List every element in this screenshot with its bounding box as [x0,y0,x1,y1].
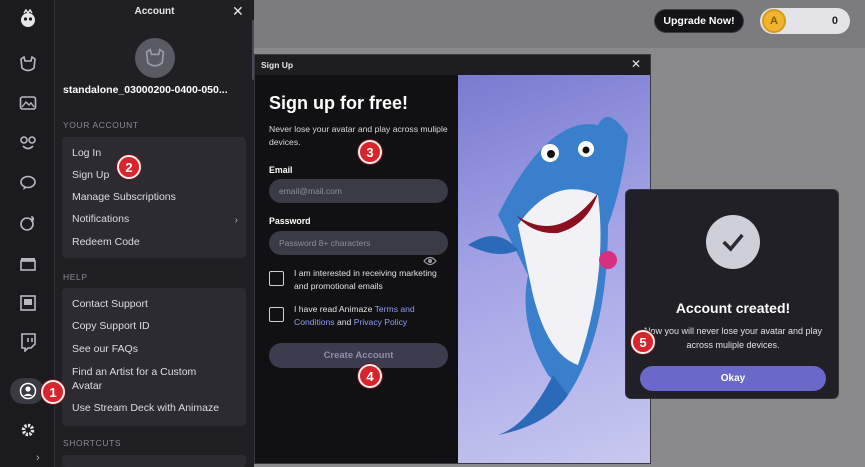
sign-up-close-icon[interactable]: ✕ [631,57,641,71]
checkmark-icon [706,215,760,269]
faqs-item[interactable]: See our FAQs [72,343,138,355]
shortcuts-label: SHORTCUTS [63,438,122,448]
manage-subscriptions-item[interactable]: Manage Subscriptions [72,191,176,203]
username: standalone_03000200-0400-050... [63,84,228,96]
email-label: Email [269,165,293,175]
stream-deck-item[interactable]: Use Stream Deck with Animaze [72,402,219,414]
terms-prefix: I have read Animaze [294,304,375,314]
account-created-dialog: Account created! Now you will never lose… [625,189,839,399]
coin-icon: A [762,9,786,33]
find-artist-item[interactable]: Find an Artist for a Custom Avatar [72,365,222,393]
sign-up-window: Sign Up ✕ Sign up for free! Never lose y… [254,54,651,464]
terms-and: and [334,317,354,327]
step-marker-4: 4 [358,364,382,388]
avatar-icon[interactable] [16,52,40,76]
terms-checkbox-label: I have read Animaze Terms and Conditions… [294,303,452,329]
account-icon[interactable] [16,379,40,403]
clapper-icon[interactable] [16,251,40,275]
create-account-button[interactable]: Create Account [269,343,448,368]
password-label: Password [269,216,311,226]
redeem-code-item[interactable]: Redeem Code [72,236,140,248]
sign-up-heading: Sign up for free! [269,93,408,113]
step-marker-2: 2 [117,155,141,179]
step-marker-3: 3 [358,140,382,164]
step-marker-1: 1 [41,380,65,404]
account-created-title: Account created! [675,300,791,316]
show-password-icon[interactable] [423,256,437,266]
coin-balance[interactable]: A 0 [760,8,850,34]
sign-up-form: Sign up for free! Never lose your avatar… [255,75,458,463]
panel-title: Account [134,6,175,17]
log-in-item[interactable]: Log In [72,147,101,159]
chat-icon[interactable] [16,171,40,195]
marketing-checkbox[interactable] [269,271,284,286]
account-panel: Account ✕ standalone_03000200-0400-050..… [55,0,254,467]
shortcuts-menu [62,455,246,467]
marketing-checkbox-label: I am interested in receiving marketing a… [294,268,437,291]
logo-icon[interactable] [16,7,40,31]
copy-support-id-item[interactable]: Copy Support ID [72,320,150,332]
okay-button[interactable]: Okay [640,366,826,391]
gear-icon[interactable] [16,418,40,442]
coin-count: 0 [831,15,838,27]
step-marker-5: 5 [631,330,655,354]
screen-icon[interactable] [16,291,40,315]
shark-mascot-illustration [458,75,650,463]
sign-up-item[interactable]: Sign Up [72,169,109,181]
notifications-item[interactable]: Notifications [72,213,129,225]
scene-icon[interactable] [16,91,40,115]
email-field[interactable] [269,179,448,203]
help-menu: Contact Support Copy Support ID See our … [62,288,246,426]
chevron-right-icon: › [234,215,238,226]
terms-checkbox[interactable] [269,307,284,322]
privacy-policy-link[interactable]: Privacy Policy [354,317,407,327]
upgrade-now-button[interactable]: Upgrade Now! [654,9,744,33]
contact-support-item[interactable]: Contact Support [72,298,148,310]
sign-up-window-title: Sign Up [261,60,294,70]
twitch-icon[interactable] [16,330,40,354]
help-label: HELP [63,272,88,282]
sign-up-title-bar: Sign Up ✕ [255,55,650,75]
emote-icon[interactable] [16,211,40,235]
account-menu: Log In Sign Up Manage Subscriptions Noti… [62,137,246,258]
password-field[interactable] [269,231,448,255]
expand-rail-icon[interactable]: › [36,452,40,464]
avatar[interactable] [135,38,175,78]
account-created-message: Now you will never lose your avatar and … [643,326,823,350]
props-icon[interactable] [16,131,40,155]
your-account-label: YOUR ACCOUNT [63,120,139,130]
panel-close-icon[interactable]: ✕ [232,3,244,20]
